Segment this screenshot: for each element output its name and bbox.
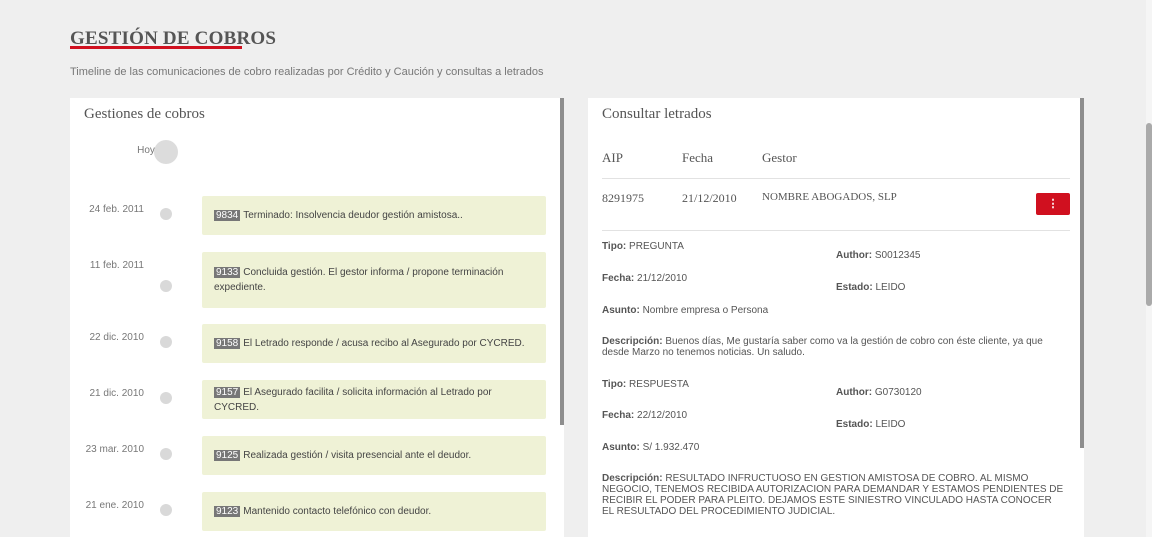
estado-value: LEIDO [875,419,906,430]
entry-code-badge: 9834 [214,210,241,221]
row-fecha: 21/12/2010 [682,191,737,205]
timeline-today-marker [154,140,178,164]
page-scrollbar-thumb[interactable] [1146,123,1152,306]
estado-label: Estado: [836,419,873,430]
entry-code-badge: 9157 [214,386,241,398]
entry-text: El Asegurado facilita / solicita informa… [214,386,492,413]
entry-text: Concluida gestión. El gestor informa / p… [214,267,504,293]
message-tipo: Tipo: RESPUESTA [602,379,689,390]
message-asunto: Asunto: S/ 1.932.470 [602,442,699,453]
message-descripcion: Descripción: RESULTADO INFRUCTUOSO EN GE… [602,473,1064,517]
timeline-date: 23 mar. 2010 [85,444,144,455]
page-subtitle: Timeline de las comunicaciones de cobro … [70,66,544,78]
asunto-value: S/ 1.932.470 [642,442,700,453]
message-tipo: Tipo: PREGUNTA [602,241,684,252]
gestiones-card: Gestiones de cobros Hoy 24 feb. 2011 983… [70,98,564,537]
message-estado: Estado: LEIDO [836,419,905,430]
message-descripcion: Descripción: Buenos días, Me gustaría sa… [602,336,1064,358]
message-asunto: Asunto: Nombre empresa o Persona [602,305,768,316]
timeline-entry[interactable]: 9834 Terminado: Insolvencia deudor gestió… [202,196,546,235]
asunto-label: Asunto: [602,305,640,316]
tipo-label: Tipo: [602,241,627,252]
column-header-aip: AIP [602,150,623,165]
entry-code-badge: 9158 [214,338,241,349]
row-actions-button[interactable]: ⋮ [1036,193,1070,215]
entry-text: Terminado: Insolvencia deudor gestión am… [243,210,463,221]
timeline-dot [160,336,172,348]
message-author: Author: S0012345 [836,250,921,261]
card-edge-shadow [1080,98,1084,448]
row-gestor: NOMBRE ABOGADOS, SLP [762,191,897,203]
column-header-gestor: Gestor [762,150,797,165]
card-edge-shadow [560,98,564,425]
estado-value: LEIDO [875,282,906,293]
message-fecha: Fecha: 21/12/2010 [602,273,687,284]
gestiones-heading: Gestiones de cobros [84,106,205,122]
author-label: Author: [836,387,873,398]
descripcion-label: Descripción: [602,336,663,347]
timeline-dot [160,208,172,220]
title-underline [70,46,242,49]
row-aip: 8291975 [602,191,644,205]
entry-text: El Letrado responde / acusa recibo al As… [243,338,525,349]
descripcion-value: Buenos días, Me gustaría saber como va l… [602,336,1043,358]
timeline-date: 21 ene. 2010 [85,500,144,511]
entry-text: Mantenido contacto telefónico con deudor… [243,506,432,517]
timeline-date: 22 dic. 2010 [89,332,145,343]
descripcion-label: Descripción: [602,473,663,484]
column-header-fecha: Fecha [682,150,714,165]
timeline-entry[interactable]: 9158 El Letrado responde / acusa recibo a… [202,324,546,363]
timeline-entry[interactable]: 9157 El Asegurado facilita / solicita inf… [202,380,546,419]
timeline-date: 11 feb. 2011 [89,260,144,271]
message-fecha: Fecha: 22/12/2010 [602,410,687,421]
author-value: S0012345 [874,250,921,261]
kebab-menu-icon: ⋮ [1047,198,1059,210]
fecha-label: Fecha: [602,273,635,284]
divider [602,230,1070,231]
fecha-value: 22/12/2010 [637,410,688,421]
timeline-dot [160,448,172,460]
letrados-card: Consultar letrados AIP Fecha Gestor 8291… [588,98,1084,537]
entry-code-badge: 9125 [214,450,241,461]
descripcion-value: RESULTADO INFRUCTUOSO EN GESTION AMISTOS… [602,473,1064,517]
fecha-label: Fecha: [602,410,635,421]
timeline-entry[interactable]: 9123 Mantenido contacto telefónico con de… [202,492,546,531]
message-author: Author: G0730120 [836,387,922,398]
timeline-dot [160,280,172,292]
tipo-label: Tipo: [602,379,627,390]
divider [602,178,1070,179]
entry-code-badge: 9133 [214,267,241,278]
estado-label: Estado: [836,282,873,293]
timeline-date: 24 feb. 2011 [89,204,144,215]
timeline-entry[interactable]: 9125 Realizada gestión / visita presencia… [202,436,546,475]
entry-code-badge: 9123 [214,506,241,517]
author-value: G0730120 [874,387,922,398]
message-estado: Estado: LEIDO [836,282,905,293]
author-label: Author: [836,250,873,261]
timeline-dot [160,504,172,516]
letrados-heading: Consultar letrados [602,106,712,122]
entry-text: Realizada gestión / visita presencial an… [243,450,472,461]
timeline-dot [160,392,172,404]
tipo-value: RESPUESTA [629,379,689,390]
timeline-entry[interactable]: 9133 Concluida gestión. El gestor informa… [202,252,546,308]
timeline-date: 21 dic. 2010 [89,388,145,399]
tipo-value: PREGUNTA [629,241,684,252]
asunto-label: Asunto: [602,442,640,453]
fecha-value: 21/12/2010 [637,273,688,284]
asunto-value: Nombre empresa o Persona [642,305,769,316]
